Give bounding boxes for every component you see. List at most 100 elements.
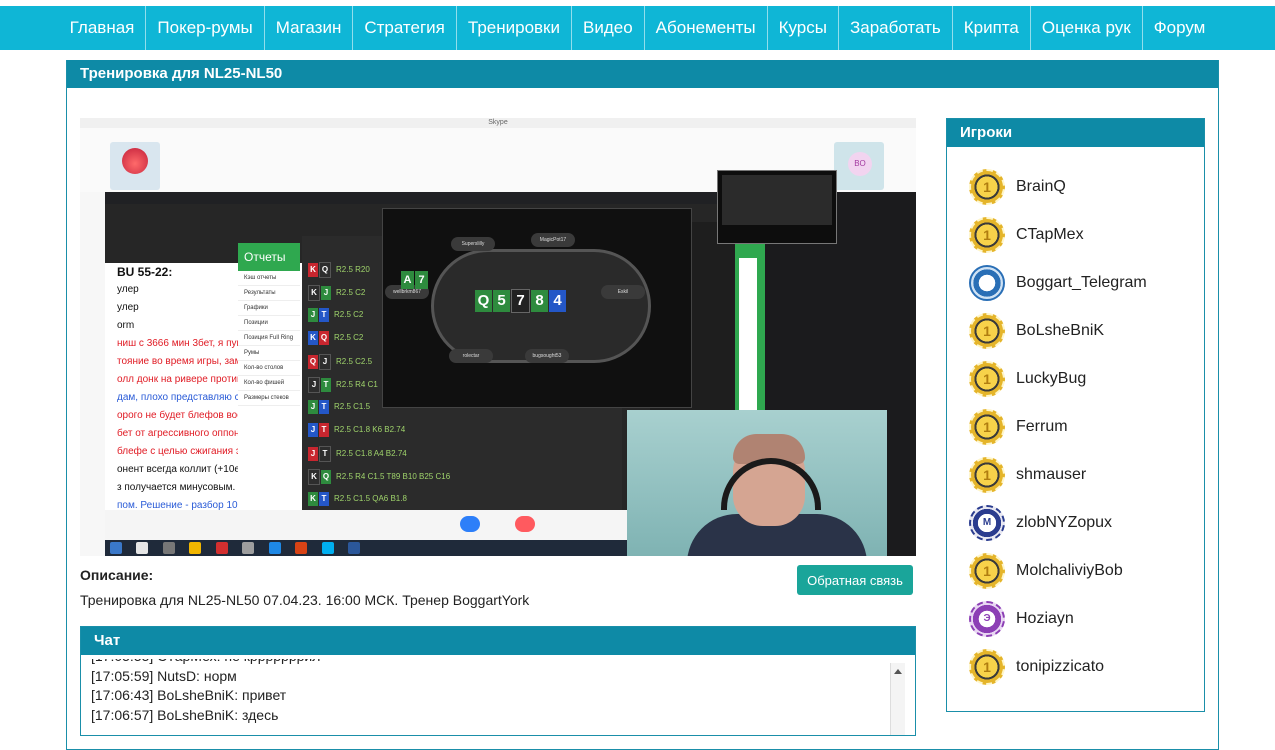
hand-card: J [308,447,318,461]
board-card: 5 [493,290,510,312]
player-name[interactable]: Ferrum [1016,418,1068,436]
nav-item[interactable]: Главная [59,6,146,50]
player-name[interactable]: shmauser [1016,466,1086,484]
reports-menu-item[interactable]: Кэш отчеты [238,271,300,286]
hand-card: K [308,492,318,506]
nav-item[interactable]: Курсы [766,6,838,50]
reports-menu-item[interactable]: Кол-во фишей [238,376,300,391]
hand-row: K Q R2.5 R4 C1.5 T89 B10 B25 C16 [308,469,450,485]
hand-row: J T R2.5 C1.8 K6 B2.74 [308,423,405,439]
hole-card: 7 [415,271,428,289]
nav-item[interactable]: Покер-румы [145,6,263,50]
nav-menu: Главная Покер-румы Магазин Стратегия Трениро… [59,6,1217,50]
seat-bottom-right: bugsought53 [525,349,569,363]
hand-card: T [319,400,329,414]
nav-item[interactable]: Заработать [837,6,952,50]
avatar-initials: BO [848,152,872,176]
player-name[interactable]: BoLsheBniK [1016,322,1104,340]
player-chip-icon [969,313,1005,349]
player-name[interactable]: CTapMex [1016,226,1084,244]
seat-top-right: MagicPot17 [531,233,575,247]
player-row[interactable]: BoLsheBniK [969,311,1104,351]
player-row[interactable]: Boggart_Telegram [969,263,1147,303]
skype-icon [321,542,334,554]
reports-menu-item[interactable]: Позиция Full Ring [238,331,300,346]
video-player[interactable]: Skype BO BU 55-22: улер улер orm ниш с 3666… [80,118,916,556]
screen-share-margin [80,192,105,556]
app-icon [162,542,175,554]
hand-card: J [308,377,320,393]
reports-menu-item[interactable]: Румы [238,346,300,361]
microphone-icon[interactable] [460,516,480,532]
chat-message: [17:06:43] BoLsheBniK: привет [91,687,287,703]
chat-messages[interactable]: [17:05:55] СТарМех: не крррррррил[17:05:… [91,659,891,735]
feedback-button[interactable]: Обратная связь [797,565,913,595]
board-cards: Q5784 [475,289,567,313]
hand-row: J T R2.5 R4 C1 [308,377,378,393]
hand-action: R2.5 C2 [334,333,364,343]
hand-card: K [308,285,320,301]
player-row[interactable]: tonipizzicato [969,647,1104,687]
description-text: Тренировка для NL25-NL50 07.04.23. 16:00… [80,592,530,608]
hand-action: R2.5 C2 [336,288,366,298]
skype-window-title: Skype [80,118,916,128]
description-label: Описание: [80,567,154,583]
reports-menu-item[interactable]: Результаты [238,286,300,301]
player-row[interactable]: zlobNYZopux [969,503,1112,543]
nav-item[interactable]: Магазин [263,6,353,50]
start-icon [110,542,122,554]
player-row[interactable]: Ferrum [969,407,1068,447]
participant-avatar: BO [834,142,884,190]
player-name[interactable]: tonipizzicato [1016,658,1104,676]
file-icon [242,542,255,554]
nav-item[interactable]: Стратегия [352,6,456,50]
explorer-icon [136,542,149,554]
hand-card: Q [319,262,331,278]
scroll-up-icon[interactable] [894,669,902,674]
opera-icon [215,542,228,554]
player-row[interactable]: shmauser [969,455,1086,495]
nav-item[interactable]: Оценка рук [1029,6,1142,50]
board-card: 7 [511,289,530,313]
hand-card: K [308,263,318,277]
player-row[interactable]: Hoziayn [969,599,1074,639]
hand-action: R2.5 C1.5 QA6 B1.8 [334,494,407,504]
player-name[interactable]: LuckyBug [1016,370,1086,388]
player-name[interactable]: zlobNYZopux [1016,514,1112,532]
reports-menu-item[interactable]: Графики [238,301,300,316]
app-menubar [105,192,811,204]
player-name[interactable]: BrainQ [1016,178,1066,196]
chat-message: [17:05:59] NutsD: норм [91,667,237,684]
poker-table-replay: Superslilly MagicPot17 wellbrkm867 Eskil… [382,208,692,408]
player-row[interactable]: LuckyBug [969,359,1086,399]
reports-menu-item[interactable]: Позиции [238,316,300,331]
player-row[interactable]: CTapMex [969,215,1084,255]
hand-card: T [319,492,329,506]
nav-item[interactable]: Крипта [951,6,1030,50]
reports-menu-item[interactable]: Размеры стеков [238,391,300,406]
windows-taskbar [105,540,627,556]
nav-item[interactable]: Форум [1141,6,1217,50]
hand-card: J [308,308,318,322]
player-name[interactable]: MolchaliviyBob [1016,562,1123,580]
webcam-feed [627,410,887,556]
hangup-icon[interactable] [515,516,535,532]
nav-item[interactable]: Абонементы [643,6,767,50]
player-name[interactable]: Boggart_Telegram [1016,274,1147,292]
hand-action: R2.5 C1.8 A4 B2.74 [336,449,407,459]
player-row[interactable]: MolchaliviyBob [969,551,1123,591]
nav-item[interactable]: Тренировки [455,6,571,50]
player-row[interactable]: BrainQ [969,167,1066,207]
player-chip-icon [969,169,1005,205]
hand-card: T [319,308,329,322]
page-title: Тренировка для NL25-NL50 [67,60,1218,88]
hand-card: Q [321,470,331,484]
nav-item[interactable]: Видео [571,6,644,50]
chat-scrollbar[interactable] [890,663,905,735]
player-name[interactable]: Hoziayn [1016,610,1074,628]
hand-card: T [321,378,331,392]
hand-action: R2.5 C2.5 [336,357,373,367]
reports-menu-item[interactable]: Кол-во столов [238,361,300,376]
chat-message: [17:05:55] СТарМех: не крррррррил [91,659,891,667]
players-panel: Игроки BrainQ CTapMex Boggart_Telegram BoLs… [946,118,1205,712]
